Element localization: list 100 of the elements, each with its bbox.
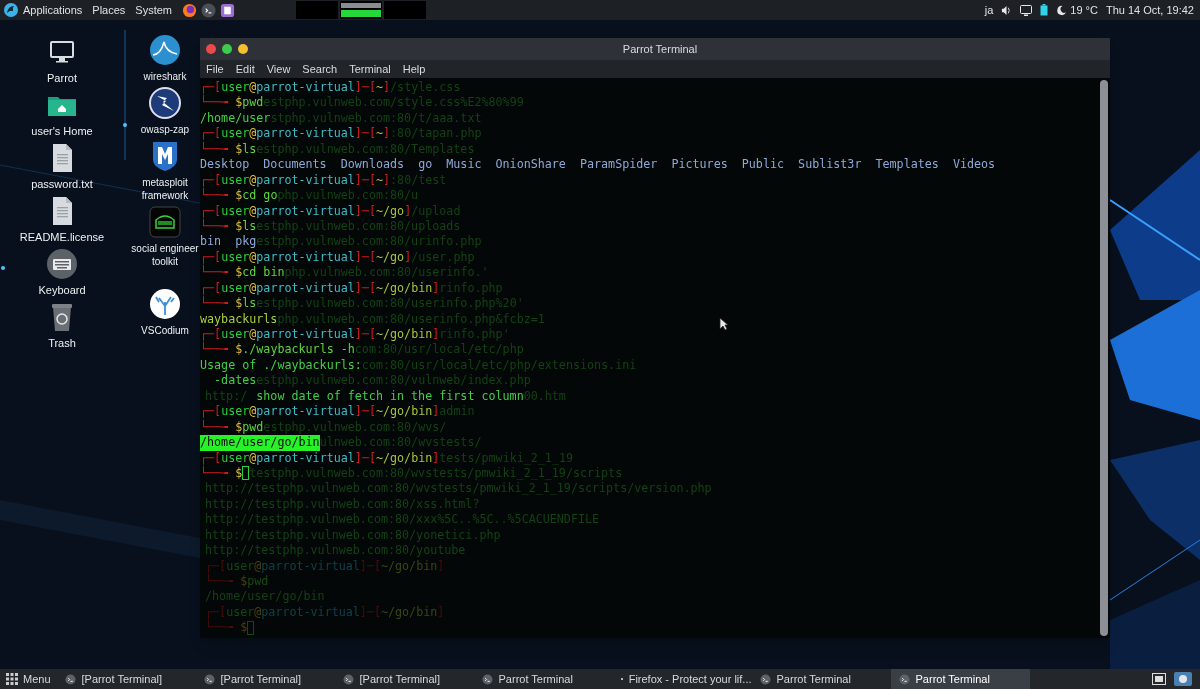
directory-name[interactable]: Pictures (671, 157, 728, 173)
minimize-button[interactable] (238, 44, 248, 54)
directory-name[interactable]: Templates (875, 157, 939, 173)
toolkit-icon[interactable] (149, 206, 181, 238)
battery-icon[interactable] (1040, 4, 1049, 16)
moon-icon (1056, 4, 1068, 16)
desktop-icon-label[interactable]: VSCodium (141, 324, 189, 337)
pointer-icon (719, 317, 729, 331)
terminal-icon (203, 673, 215, 685)
text-cursor (247, 620, 255, 635)
faded-text: estphp.vulnweb.com:80/uploads (256, 218, 461, 235)
faded-text: ulnweb.com:80/wvstests/ (319, 435, 482, 451)
taskbar-button[interactable]: Parrot Terminal (473, 669, 613, 689)
clock[interactable]: Thu 14 Oct, 19:42 (1105, 1, 1194, 19)
desktop-icon-label[interactable]: user's Home (31, 125, 93, 138)
network-icon[interactable] (1152, 673, 1166, 685)
menu-item[interactable]: File (206, 60, 224, 78)
menu-item[interactable]: Search (302, 60, 338, 78)
parrot-icon[interactable] (1174, 672, 1192, 686)
command-line: └──╼ $cd go (200, 188, 278, 204)
directory-name[interactable]: ParamSpider (579, 157, 658, 173)
directory-name[interactable]: Videos (952, 157, 996, 173)
selected-text[interactable]: /home/user/go/bin (200, 435, 320, 451)
faded-text: tests/pmwiki_2_1_19 (439, 450, 573, 466)
maximize-button[interactable] (222, 44, 232, 54)
faded-text: estphp.vulnweb.com:80/Templates (256, 141, 475, 158)
desktop-icon-label[interactable]: social engineer toolkit (130, 242, 200, 268)
workspace-thumbnail[interactable] (296, 1, 339, 19)
taskbar-button[interactable]: Firefox - Protect your lif... (612, 669, 752, 689)
taskbar-button[interactable]: Parrot Terminal (751, 669, 891, 689)
directory-name[interactable]: Public (741, 157, 785, 173)
faded-text: estphp.vulnweb.com/style.css%E2%80%99 (263, 95, 524, 111)
text-editor-icon[interactable] (220, 2, 236, 18)
grid-icon (6, 673, 18, 685)
directory-name[interactable]: Music (446, 157, 482, 173)
directory-name[interactable]: OnionShare (495, 157, 566, 173)
directory-name[interactable]: pkg (235, 234, 257, 250)
desktop-icon-label[interactable]: Trash (48, 337, 76, 350)
output-text: /home/user (200, 110, 271, 127)
taskbar-button[interactable]: [Parrot Terminal] (334, 669, 474, 689)
coral-icon[interactable] (149, 288, 181, 320)
directory-name[interactable]: Downloads (340, 157, 405, 173)
keyboard-icon[interactable] (46, 248, 78, 280)
faded-text: rinfo.php' (439, 327, 510, 343)
command-line: └──╼ $pwd (200, 419, 264, 436)
fin-icon[interactable] (149, 34, 181, 66)
taskbar-button[interactable]: [Parrot Terminal] (195, 669, 335, 689)
desktop-icon-label[interactable]: wireshark (143, 70, 187, 83)
taskbar-button[interactable]: [Parrot Terminal] (56, 669, 196, 689)
shell-prompt: ┌─[user@parrot-virtual]─[~/go/bin] (200, 404, 440, 420)
faded-prompt: ┌─[user@parrot-virtual]─[~/go/bin] (205, 558, 445, 574)
faded-command: └──╼ $ (205, 620, 255, 636)
directory-name[interactable]: bin (200, 234, 222, 250)
faded-text: http://testphp.vulnweb.com:80/xxx%5C..%5C..%5CACUENDFILE (204, 512, 600, 528)
text-cursor (242, 466, 250, 481)
directory-name[interactable]: go (418, 157, 433, 173)
firefox-icon[interactable] (182, 2, 198, 18)
menu-item[interactable]: Edit (235, 60, 255, 78)
directory-name[interactable]: Documents (263, 157, 327, 173)
panel-menu[interactable]: System (135, 1, 173, 19)
volume-icon[interactable] (1001, 4, 1013, 16)
faded-text: http://testphp.vulnweb.com:80/wvstests/pmwiki_2_1_19/scripts/version.php (204, 481, 712, 497)
shell-prompt: ┌─[user@parrot-virtual]─[~/go/bin] (200, 280, 440, 296)
desktop-icon-label[interactable]: README.license (19, 231, 105, 244)
keyboard-layout[interactable]: ja (984, 1, 994, 19)
menu-item[interactable]: View (266, 60, 291, 78)
faded-text: /home/user/go/bin (204, 589, 325, 605)
menu-button[interactable]: Menu (0, 669, 57, 689)
taskbar-button[interactable]: Parrot Terminal (890, 669, 1030, 689)
shell-prompt: ┌─[user@parrot-virtual]─[~] (200, 80, 391, 95)
desktop-icon-label[interactable]: Parrot (47, 72, 77, 85)
scrollbar[interactable] (1100, 80, 1108, 636)
directory-name[interactable]: Sublist3r (798, 157, 862, 173)
terminal-icon[interactable] (201, 2, 217, 18)
desktop-icon-label[interactable]: Keyboard (38, 284, 86, 297)
menu-item[interactable]: Help (402, 60, 426, 78)
faded-text: http://testphp.vulnweb.com:80/xss.html? (204, 496, 480, 513)
faded-text: :80/tapan.php (390, 126, 482, 142)
faded-text: /style.css (390, 80, 461, 96)
file-name: waybackurls (200, 311, 278, 327)
parrot-icon[interactable] (3, 2, 19, 18)
workspace-thumbnail[interactable] (384, 1, 427, 19)
desktop-icon-label[interactable]: password.txt (31, 178, 93, 191)
lightning-icon[interactable] (149, 87, 181, 119)
faded-text: /user.php (411, 249, 475, 266)
directory-name[interactable]: Desktop (200, 157, 250, 173)
desktop-icon-label[interactable]: owasp-zap (140, 123, 190, 136)
desktop-icon-label[interactable]: metasploit framework (130, 176, 200, 202)
terminal-icon (898, 673, 910, 685)
workspace-thumbnail[interactable] (340, 1, 383, 19)
faded-text: rinfo.php (439, 280, 503, 297)
display-icon[interactable] (1020, 4, 1033, 16)
faded-text: :80/test (390, 172, 447, 189)
panel-menu[interactable]: Applications (23, 1, 83, 19)
panel-menu[interactable]: Places (92, 1, 126, 19)
faded-text: php.vulnweb.com:80/u (277, 188, 419, 204)
terminal-icon (481, 673, 493, 685)
close-button[interactable] (206, 44, 216, 54)
faded-text: com:80/usr/local/etc/php (354, 342, 524, 358)
menu-item[interactable]: Terminal (349, 60, 391, 78)
